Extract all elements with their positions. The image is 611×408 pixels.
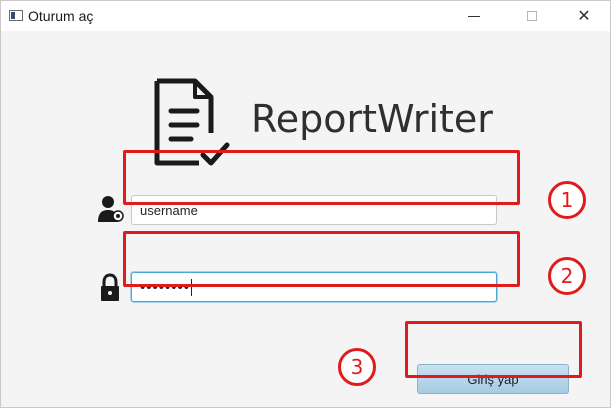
maximize-icon	[527, 11, 537, 21]
minimize-button[interactable]	[451, 1, 497, 31]
maximize-button[interactable]	[509, 1, 555, 31]
minimize-icon	[468, 15, 480, 17]
window-title: Oturum aç	[28, 8, 94, 24]
highlight-box-password	[123, 231, 520, 287]
window-app-icon	[9, 10, 23, 21]
login-window: Oturum aç ✕ ReportWriter username ••••••…	[0, 0, 611, 408]
title-bar[interactable]: Oturum aç ✕	[1, 1, 610, 31]
lock-icon	[101, 273, 119, 301]
step-number-2: 2	[548, 257, 586, 295]
close-button[interactable]: ✕	[561, 1, 607, 31]
user-icon	[98, 196, 124, 222]
step-number-3: 3	[338, 348, 376, 386]
highlight-box-login	[405, 321, 582, 378]
step-number-1: 1	[548, 181, 586, 219]
close-icon: ✕	[577, 8, 591, 25]
app-name: ReportWriter	[251, 97, 493, 141]
highlight-box-username	[123, 150, 520, 205]
